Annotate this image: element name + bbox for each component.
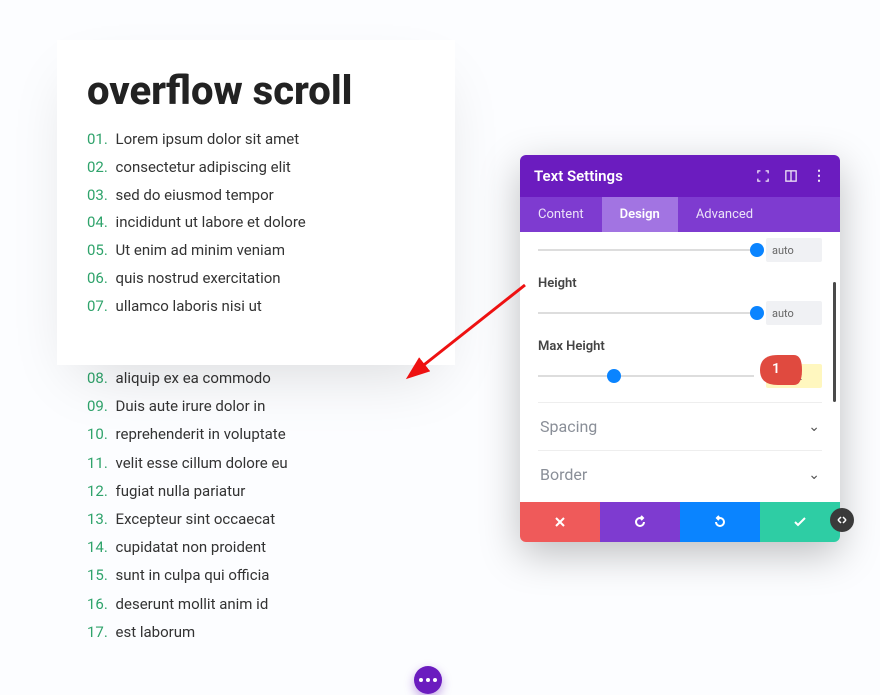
slider-thumb[interactable] [750,306,764,320]
list-number: 07. [87,297,108,315]
module-heading: overflow scroll [87,70,425,112]
list-text: cupidatat non proident [112,538,266,556]
list-item: 17. est laborum [87,618,288,646]
list-number: 01. [87,130,108,148]
list-text: sed do eiusmod tempor [112,186,274,204]
panel-title: Text Settings [534,167,623,185]
slider-top[interactable] [538,249,754,251]
list-number: 12. [87,482,108,500]
field-row-height: Height [538,276,822,325]
list-number: 04. [87,213,108,231]
list-item: 05. Ut enim ad minim veniam [87,237,425,265]
accordion-border-label: Border [540,465,587,484]
list-text: consectetur adipiscing elit [112,158,291,176]
slider-maxheight[interactable] [538,375,754,377]
slider-top-value[interactable] [766,238,822,262]
accordion-border[interactable]: Border ⌄ [538,450,822,498]
list-text: Duis aute irure dolor in [112,397,266,415]
panel-header-icons: ⋮ [756,169,826,183]
list-item: 04. incididunt ut labore et dolore [87,209,425,237]
focus-icon[interactable] [756,169,770,183]
panel-resize-handle[interactable] [830,508,854,532]
slider-maxheight-value[interactable] [766,364,822,388]
accordion-spacing-label: Spacing [540,417,597,436]
panel-body: Height Max Height Spacing ⌄ Border [520,232,840,502]
list-item: 08. aliquip ex ea commodo [87,364,288,392]
list-number: 02. [87,158,108,176]
list-number: 17. [87,623,108,641]
slider-thumb[interactable] [750,243,764,257]
panel-tabs: Content Design Advanced [520,197,840,232]
tab-design[interactable]: Design [602,197,678,232]
save-button[interactable] [760,502,840,542]
list-item: 15. sunt in culpa qui officia [87,561,288,589]
list-item: 13. Excepteur sint occaecat [87,505,288,533]
list-number: 13. [87,510,108,528]
list-item: 10. reprehenderit in voluptate [87,420,288,448]
list-number: 16. [87,595,108,613]
floating-menu-button[interactable] [414,666,442,694]
ordered-list-overflow: 08. aliquip ex ea commodo09. Duis aute i… [87,364,288,646]
list-number: 05. [87,241,108,259]
list-text: incididunt ut labore et dolore [112,213,306,231]
text-settings-panel: Text Settings ⋮ Content Design Advanced [520,155,840,542]
list-text: est laborum [112,623,195,641]
list-text: aliquip ex ea commodo [112,369,271,387]
list-item: 16. deserunt mollit anim id [87,590,288,618]
tab-advanced[interactable]: Advanced [678,197,771,232]
list-number: 09. [87,397,108,415]
list-text: deserunt mollit anim id [112,595,268,613]
kebab-menu-icon[interactable]: ⋮ [812,169,826,183]
text-module-preview: overflow scroll 01. Lorem ipsum dolor si… [57,40,455,365]
list-item: 14. cupidatat non proident [87,533,288,561]
list-text: reprehenderit in voluptate [112,425,286,443]
slider-height-value[interactable] [766,301,822,325]
list-text: sunt in culpa qui officia [112,566,270,584]
slider-height[interactable] [538,312,754,314]
list-item: 06. quis nostrud exercitation [87,265,425,293]
list-text: ullamco laboris nisi ut [112,297,262,315]
list-number: 03. [87,186,108,204]
list-number: 06. [87,269,108,287]
field-row-maxheight: Max Height [538,339,822,388]
maxheight-label: Max Height [538,339,822,354]
ordered-list-top: 01. Lorem ipsum dolor sit amet02. consec… [87,126,425,320]
list-item: 02. consectetur adipiscing elit [87,154,425,182]
list-item: 01. Lorem ipsum dolor sit amet [87,126,425,154]
slider-thumb[interactable] [607,369,621,383]
list-text: Lorem ipsum dolor sit amet [112,130,299,148]
list-number: 10. [87,425,108,443]
panel-scrollbar[interactable] [833,282,836,402]
list-text: velit esse cillum dolore eu [112,454,288,472]
panel-header: Text Settings ⋮ [520,155,840,197]
list-text: Excepteur sint occaecat [112,510,275,528]
list-item: 12. fugiat nulla pariatur [87,477,288,505]
list-number: 15. [87,566,108,584]
column-icon[interactable] [784,169,798,183]
list-text: Ut enim ad minim veniam [112,241,285,259]
list-item: 09. Duis aute irure dolor in [87,392,288,420]
tab-content[interactable]: Content [520,197,602,232]
list-item: 07. ullamco laboris nisi ut [87,293,425,321]
accordion-spacing[interactable]: Spacing ⌄ [538,402,822,450]
height-label: Height [538,276,822,291]
redo-button[interactable] [680,502,760,542]
panel-footer [520,502,840,542]
list-text: quis nostrud exercitation [112,269,281,287]
discard-button[interactable] [520,502,600,542]
undo-button[interactable] [600,502,680,542]
list-item: 03. sed do eiusmod tempor [87,182,425,210]
list-text: fugiat nulla pariatur [112,482,246,500]
chevron-down-icon: ⌄ [808,419,820,435]
field-row-top-slider [538,238,822,262]
chevron-down-icon: ⌄ [808,467,820,483]
list-number: 11. [87,454,108,472]
list-item: 11. velit esse cillum dolore eu [87,449,288,477]
list-number: 14. [87,538,108,556]
list-number: 08. [87,369,108,387]
